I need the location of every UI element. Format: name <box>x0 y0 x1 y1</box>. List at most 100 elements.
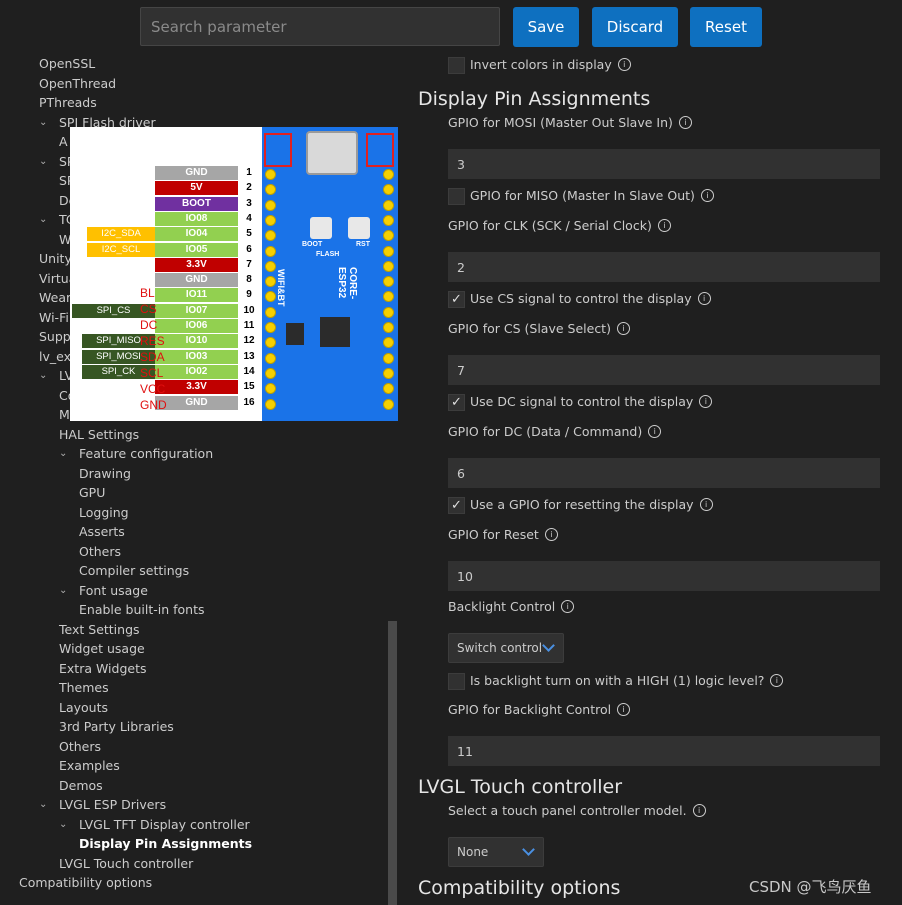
reset-button[interactable]: Reset <box>690 7 762 47</box>
tree-item-examples[interactable]: Examples <box>59 757 120 775</box>
board-model-label: CORE-ESP32 <box>336 267 358 300</box>
info-icon[interactable]: i <box>699 395 713 408</box>
chevron-down-icon[interactable]: ⌄ <box>39 114 47 132</box>
pin-pad <box>383 383 394 395</box>
tree-item-others-2[interactable]: Others <box>59 738 101 756</box>
backlight-select[interactable]: Switch control <box>448 633 564 663</box>
info-icon[interactable]: i <box>657 219 671 232</box>
info-icon[interactable]: i <box>616 322 630 335</box>
section-compatibility-options: Compatibility options <box>418 877 621 899</box>
pin-pad <box>265 322 276 333</box>
tree-item-hal-settings[interactable]: HAL Settings <box>59 426 139 444</box>
tree-item-supp[interactable]: Supp <box>39 328 71 346</box>
info-icon[interactable]: i <box>678 116 692 129</box>
tree-item-asserts[interactable]: Asserts <box>79 523 125 541</box>
chevron-down-icon[interactable]: ⌄ <box>59 582 67 600</box>
tree-item-a[interactable]: A <box>59 133 68 151</box>
backlight-gpio-input[interactable] <box>448 736 880 766</box>
tree-item-themes[interactable]: Themes <box>59 679 109 697</box>
pin-label: IO07 <box>155 303 238 318</box>
pin-number: 1 <box>246 167 252 178</box>
mosi-input[interactable] <box>448 149 880 179</box>
tree-item-wear[interactable]: Wear <box>39 289 71 307</box>
tree-item-font-usage[interactable]: Font usage <box>79 582 148 600</box>
display-pin-label: SDA <box>140 350 165 364</box>
search-input[interactable] <box>140 7 500 46</box>
reset-input[interactable] <box>448 561 880 591</box>
pin-number: 7 <box>246 258 252 270</box>
display-pin-label: GND <box>140 398 167 412</box>
tree-item-unity[interactable]: Unity <box>39 250 72 268</box>
chevron-down-icon[interactable]: ⌄ <box>39 796 47 814</box>
info-icon[interactable]: i <box>544 528 558 541</box>
miso-checkbox[interactable] <box>448 188 465 205</box>
tree-item-extra-widgets[interactable]: Extra Widgets <box>59 660 147 678</box>
tree-item-feature-configuration[interactable]: Feature configuration <box>79 445 213 463</box>
tree-item-m[interactable]: M <box>59 406 70 424</box>
pin-label: IO05 <box>155 242 238 257</box>
info-icon[interactable]: i <box>697 292 711 305</box>
tree-item-gpu[interactable]: GPU <box>79 484 105 502</box>
discard-button[interactable]: Discard <box>592 7 678 47</box>
pin-pad <box>265 398 276 410</box>
save-button[interactable]: Save <box>513 7 579 47</box>
info-icon[interactable]: i <box>617 703 631 716</box>
dc-input[interactable] <box>448 458 880 488</box>
tree-item-widget-usage[interactable]: Widget usage <box>59 640 145 658</box>
tree-item-3rd-party[interactable]: 3rd Party Libraries <box>59 718 174 736</box>
chevron-down-icon[interactable]: ⌄ <box>39 367 47 385</box>
invert-colors-checkbox[interactable] <box>448 57 465 74</box>
pin-pad <box>383 230 394 242</box>
invert-colors-label: Invert colors in display i <box>470 57 631 72</box>
info-icon[interactable]: i <box>561 600 575 613</box>
tree-item-tft-display[interactable]: LVGL TFT Display controller <box>79 816 250 834</box>
chevron-down-icon[interactable]: ⌄ <box>59 445 67 463</box>
display-pin-label: SCL <box>140 366 164 380</box>
tree-item-drawing[interactable]: Drawing <box>79 465 131 483</box>
info-icon[interactable]: i <box>617 58 631 71</box>
tree-item-compatibility[interactable]: Compatibility options <box>19 874 152 892</box>
dc-checkbox[interactable]: ✓ <box>448 394 465 411</box>
chevron-down-icon[interactable]: ⌄ <box>39 211 47 229</box>
tree-item-logging[interactable]: Logging <box>79 504 129 522</box>
tree-item-openssl[interactable]: OpenSSL <box>39 55 95 73</box>
info-icon[interactable]: i <box>700 189 714 202</box>
touch-label: Select a touch panel controller model. i <box>448 803 706 818</box>
pin-pad <box>265 337 276 349</box>
chevron-down-icon[interactable]: ⌄ <box>59 816 67 834</box>
pin-label: 3.3V <box>155 257 238 272</box>
pin-number: 12 <box>243 335 255 347</box>
esp32-board: CORE-ESP32 WIFI&BT BOOT FLASH RST <box>262 127 398 421</box>
backlight-high-label: Is backlight turn on with a HIGH (1) log… <box>470 673 784 688</box>
tree-item-pthreads[interactable]: PThreads <box>39 94 97 112</box>
chevron-down-icon <box>522 843 535 856</box>
tree-item-display-pin-assignments[interactable]: Display Pin Assignments <box>79 835 252 853</box>
info-icon[interactable]: i <box>770 674 784 687</box>
reset-checkbox[interactable]: ✓ <box>448 497 465 514</box>
tree-item-builtin-fonts[interactable]: Enable built-in fonts <box>79 601 205 619</box>
sidebar-scrollbar[interactable] <box>388 621 397 905</box>
chevron-down-icon[interactable]: ⌄ <box>39 153 47 171</box>
info-icon[interactable]: i <box>692 804 706 817</box>
clk-input[interactable] <box>448 252 880 282</box>
chip-shape <box>320 317 350 347</box>
rst-button-shape <box>348 217 370 239</box>
tree-item-lvgl-esp-drivers[interactable]: LVGL ESP Drivers <box>59 796 166 814</box>
tree-item-others[interactable]: Others <box>79 543 121 561</box>
tree-item-text-settings[interactable]: Text Settings <box>59 621 140 639</box>
info-icon[interactable]: i <box>699 498 713 511</box>
touch-select[interactable]: None <box>448 837 544 867</box>
pin-pad <box>383 352 394 364</box>
pin-pad <box>383 337 394 349</box>
tree-item-layouts[interactable]: Layouts <box>59 699 108 717</box>
cs-input[interactable] <box>448 355 880 385</box>
tree-item-demos[interactable]: Demos <box>59 777 103 795</box>
tree-item-touch-controller[interactable]: LVGL Touch controller <box>59 855 193 873</box>
tree-item-wifi[interactable]: Wi-Fi <box>39 309 69 327</box>
info-icon[interactable]: i <box>648 425 662 438</box>
tree-item-compiler-settings[interactable]: Compiler settings <box>79 562 189 580</box>
tree-item-openthread[interactable]: OpenThread <box>39 75 116 93</box>
cs-checkbox[interactable]: ✓ <box>448 291 465 308</box>
chip-small-shape <box>286 323 304 345</box>
backlight-high-checkbox[interactable] <box>448 673 465 690</box>
